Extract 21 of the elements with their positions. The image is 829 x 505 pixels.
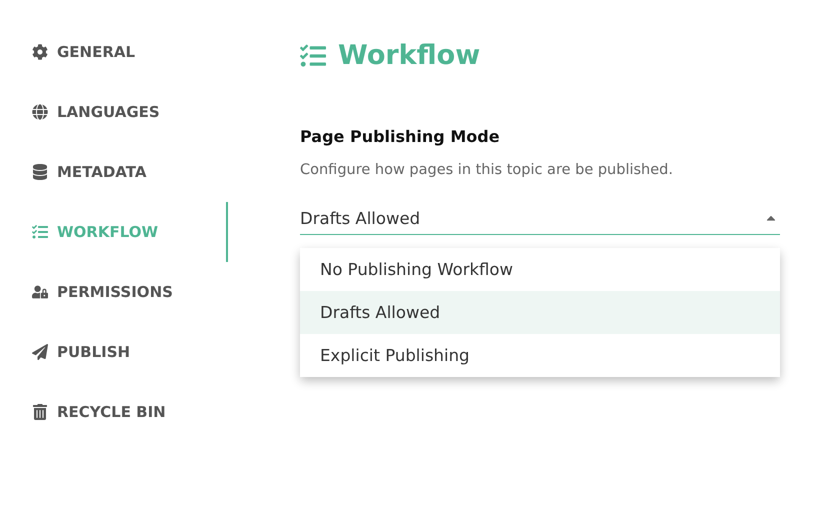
menu-option[interactable]: Explicit Publishing [300, 334, 780, 377]
field-label: Page Publishing Mode [300, 127, 501, 146]
trash-icon [32, 404, 48, 420]
sidebar-item[interactable]: PUBLISH [32, 322, 228, 382]
field-description: Configure how pages in this topic are be published. [300, 162, 674, 178]
paper-plane-icon [32, 344, 48, 360]
gear-icon [32, 44, 48, 60]
sidebar-item[interactable]: RECYCLE BIN [32, 382, 228, 442]
mode-select[interactable]: Drafts Allowed [300, 202, 780, 235]
menu-option[interactable]: Drafts Allowed [300, 291, 780, 334]
sidebar-item[interactable]: PERMISSIONS [32, 262, 228, 322]
page-title: Workflow [338, 40, 480, 71]
sidebar-item[interactable]: GENERAL [32, 22, 228, 82]
sidebar-item[interactable]: LANGUAGES [32, 82, 228, 142]
menu-option[interactable]: No Publishing Workflow [300, 248, 780, 291]
sidebar-item[interactable]: METADATA [32, 142, 228, 202]
checklist-icon [32, 224, 48, 240]
checklist-icon [300, 42, 326, 68]
database-icon [32, 164, 48, 180]
user-lock-icon [32, 284, 48, 300]
globe-icon [32, 104, 48, 120]
